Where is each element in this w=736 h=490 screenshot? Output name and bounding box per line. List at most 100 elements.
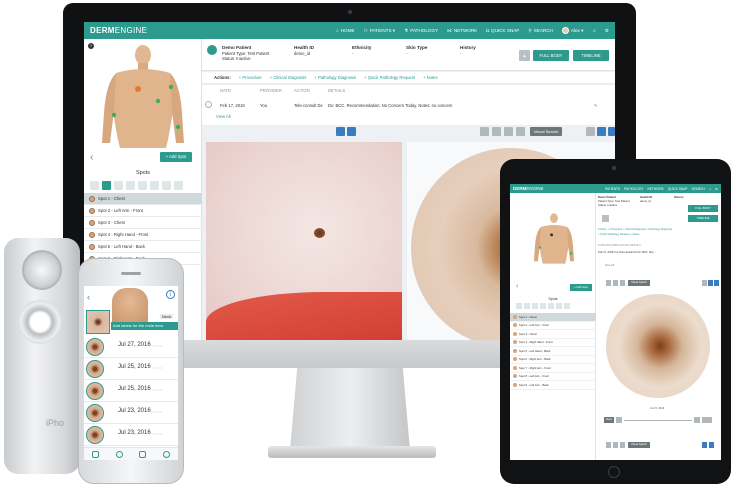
full-body-button[interactable]: FULL BODY — [688, 205, 718, 212]
compare-icon[interactable] — [480, 127, 489, 136]
list-item[interactable]: Jul 25, 2016 ○○○○ — [84, 358, 178, 380]
expand-icon[interactable] — [347, 127, 356, 136]
filter-hand-icon[interactable] — [138, 180, 147, 190]
list-item[interactable]: Spot 9 - Left Arm - Back — [510, 381, 596, 390]
bell-icon[interactable]: ♫ — [709, 187, 711, 191]
body-map-figure[interactable] — [98, 43, 188, 148]
reset-button[interactable]: Reset — [604, 417, 614, 423]
filter-leg-icon[interactable] — [150, 180, 159, 190]
crop-icon[interactable] — [516, 127, 525, 136]
action-notes[interactable]: + Notes — [423, 75, 438, 80]
action-quick-pathology-request[interactable]: + Quick Pathology Request — [364, 75, 415, 80]
list-item[interactable]: Spot 4 - Right Hand - Front — [84, 229, 202, 241]
zoom-out-icon[interactable] — [616, 417, 622, 423]
nav-home[interactable]: ⌂ HOME — [336, 28, 355, 33]
list-item[interactable]: Spot 2 - Left Arm - Front — [510, 322, 596, 330]
filter-icon[interactable] — [516, 303, 522, 309]
list-item[interactable]: Spot 6 - Right Arm - Back — [510, 356, 596, 364]
dermoscopy-image[interactable] — [606, 294, 710, 398]
list-item[interactable]: Spot 4 - Right Hand - Front — [510, 339, 596, 347]
upload-button[interactable] — [602, 215, 609, 222]
visual-search-button[interactable]: Visual Search — [530, 127, 562, 136]
nav-network[interactable]: NETWORK — [647, 187, 663, 191]
view-all-link[interactable]: View All — [216, 114, 231, 119]
add-spot-button[interactable]: + Add Spot — [160, 152, 192, 162]
visual-search-button[interactable]: Visual Search — [628, 280, 650, 286]
nav-pathology[interactable]: PATHOLOGY — [624, 187, 643, 191]
gear-icon[interactable]: ⚙ — [715, 187, 718, 191]
nav-quick-snap[interactable]: ◘ QUICK SNAP — [486, 28, 519, 33]
ipad-home-button[interactable] — [608, 466, 620, 478]
flag-icon[interactable] — [336, 127, 345, 136]
list-item[interactable]: Spot 5 - Left Hand - Back — [84, 241, 202, 253]
edit-icon[interactable]: ✎ — [594, 103, 598, 108]
tab-camera-icon[interactable] — [162, 450, 170, 458]
add-spot-button[interactable]: + Add Spot — [570, 284, 592, 291]
filter-grid-icon[interactable] — [126, 180, 135, 190]
nav-search[interactable]: ⚲ SEARCH — [528, 28, 553, 34]
list-item[interactable]: Jul 27, 2016 ○○○○ — [84, 336, 178, 358]
expand-icon[interactable] — [714, 280, 719, 286]
action-pathology-diagnosis[interactable]: + Pathology Diagnosis — [314, 75, 356, 80]
timeline-button[interactable]: TIMELINE — [573, 50, 609, 61]
compare-icon[interactable] — [606, 280, 611, 286]
filter-body-icon[interactable] — [114, 180, 123, 190]
filter-icon[interactable] — [540, 303, 546, 309]
zoom-slider[interactable]: Reset — [604, 417, 716, 423]
tab-profile-icon[interactable] — [115, 450, 123, 458]
filter-icon[interactable] — [556, 303, 562, 309]
filter-icon[interactable] — [532, 303, 538, 309]
help-icon[interactable]: ? — [88, 43, 94, 49]
expand-icon[interactable] — [608, 127, 615, 136]
action-procedure[interactable]: + Procedure — [239, 75, 262, 80]
flag-icon[interactable] — [597, 127, 606, 136]
brand-logo[interactable]: DERMENGINE — [90, 26, 147, 35]
list-item[interactable]: Spot 3 - Chest — [84, 217, 202, 229]
zoom-icon[interactable] — [492, 127, 501, 136]
list-item[interactable]: Spot 1 - Chest — [510, 313, 596, 322]
rotate-icon[interactable] — [504, 127, 513, 136]
list-item[interactable]: Jul 23, 2016 ○○○○ — [84, 424, 178, 446]
filter-more-icon[interactable] — [174, 180, 183, 190]
slider-track[interactable] — [624, 419, 692, 421]
full-body-button[interactable]: FULL BODY — [533, 50, 569, 61]
nav-patients[interactable]: ⚇ PATIENTS ▾ — [364, 28, 396, 34]
expand-icon[interactable] — [205, 101, 212, 108]
clinical-image[interactable] — [206, 142, 402, 340]
fit-icon[interactable] — [702, 417, 712, 423]
nav-pathology[interactable]: ⚗ PATHOLOGY — [404, 28, 438, 34]
list-item[interactable]: Jul 23, 2016 ○○○○ — [84, 402, 178, 424]
help-icon[interactable] — [702, 280, 707, 286]
list-item[interactable]: Spot 8 - Left Arm - Front — [510, 373, 596, 381]
info-icon[interactable]: i — [166, 290, 175, 299]
list-item[interactable]: Spot 1 - Chest — [84, 193, 202, 205]
flag-icon[interactable] — [708, 280, 713, 286]
tab-gallery-icon[interactable] — [92, 450, 100, 458]
body-map-figure[interactable] — [532, 203, 576, 273]
rotate-icon[interactable] — [620, 280, 625, 286]
filter-shirt-icon[interactable] — [90, 180, 99, 190]
view-all-link[interactable]: View All — [605, 264, 614, 267]
filter-icon[interactable] — [548, 303, 554, 309]
filter-icon[interactable] — [564, 303, 570, 309]
body-map-thumbnail[interactable] — [112, 288, 148, 322]
visual-search-button[interactable]: Visual Search — [628, 442, 650, 448]
nav-network[interactable]: ⋈ NETWORK — [447, 28, 477, 34]
back-chevron-icon[interactable]: ‹ — [87, 292, 90, 302]
filter-icon[interactable] — [524, 303, 530, 309]
list-item[interactable]: Jul 25, 2016 ○○○○ — [84, 380, 178, 402]
list-item[interactable]: Spot 2 - Left Arm - Front — [84, 205, 202, 217]
nav-search[interactable]: SEARCH — [691, 187, 704, 191]
back-chevron-icon[interactable]: ‹ — [90, 152, 93, 163]
list-item[interactable]: Spot 5 - Left Hand - Back — [510, 347, 596, 356]
zoom-icon[interactable] — [613, 442, 618, 448]
nav-quick-snap[interactable]: QUICK SNAP — [668, 187, 688, 191]
help-icon[interactable] — [586, 127, 595, 136]
timeline-button[interactable]: TIMELINE — [688, 215, 718, 222]
notifications-bell[interactable]: ♫ — [592, 28, 595, 33]
flag-icon[interactable] — [702, 442, 707, 448]
action-clinical-diagnosis[interactable]: + Clinical Diagnosis — [270, 75, 307, 80]
nav-user-menu[interactable]: Alex ▾ — [561, 27, 583, 34]
compare-icon[interactable] — [606, 442, 611, 448]
filter-foot-icon[interactable] — [162, 180, 171, 190]
